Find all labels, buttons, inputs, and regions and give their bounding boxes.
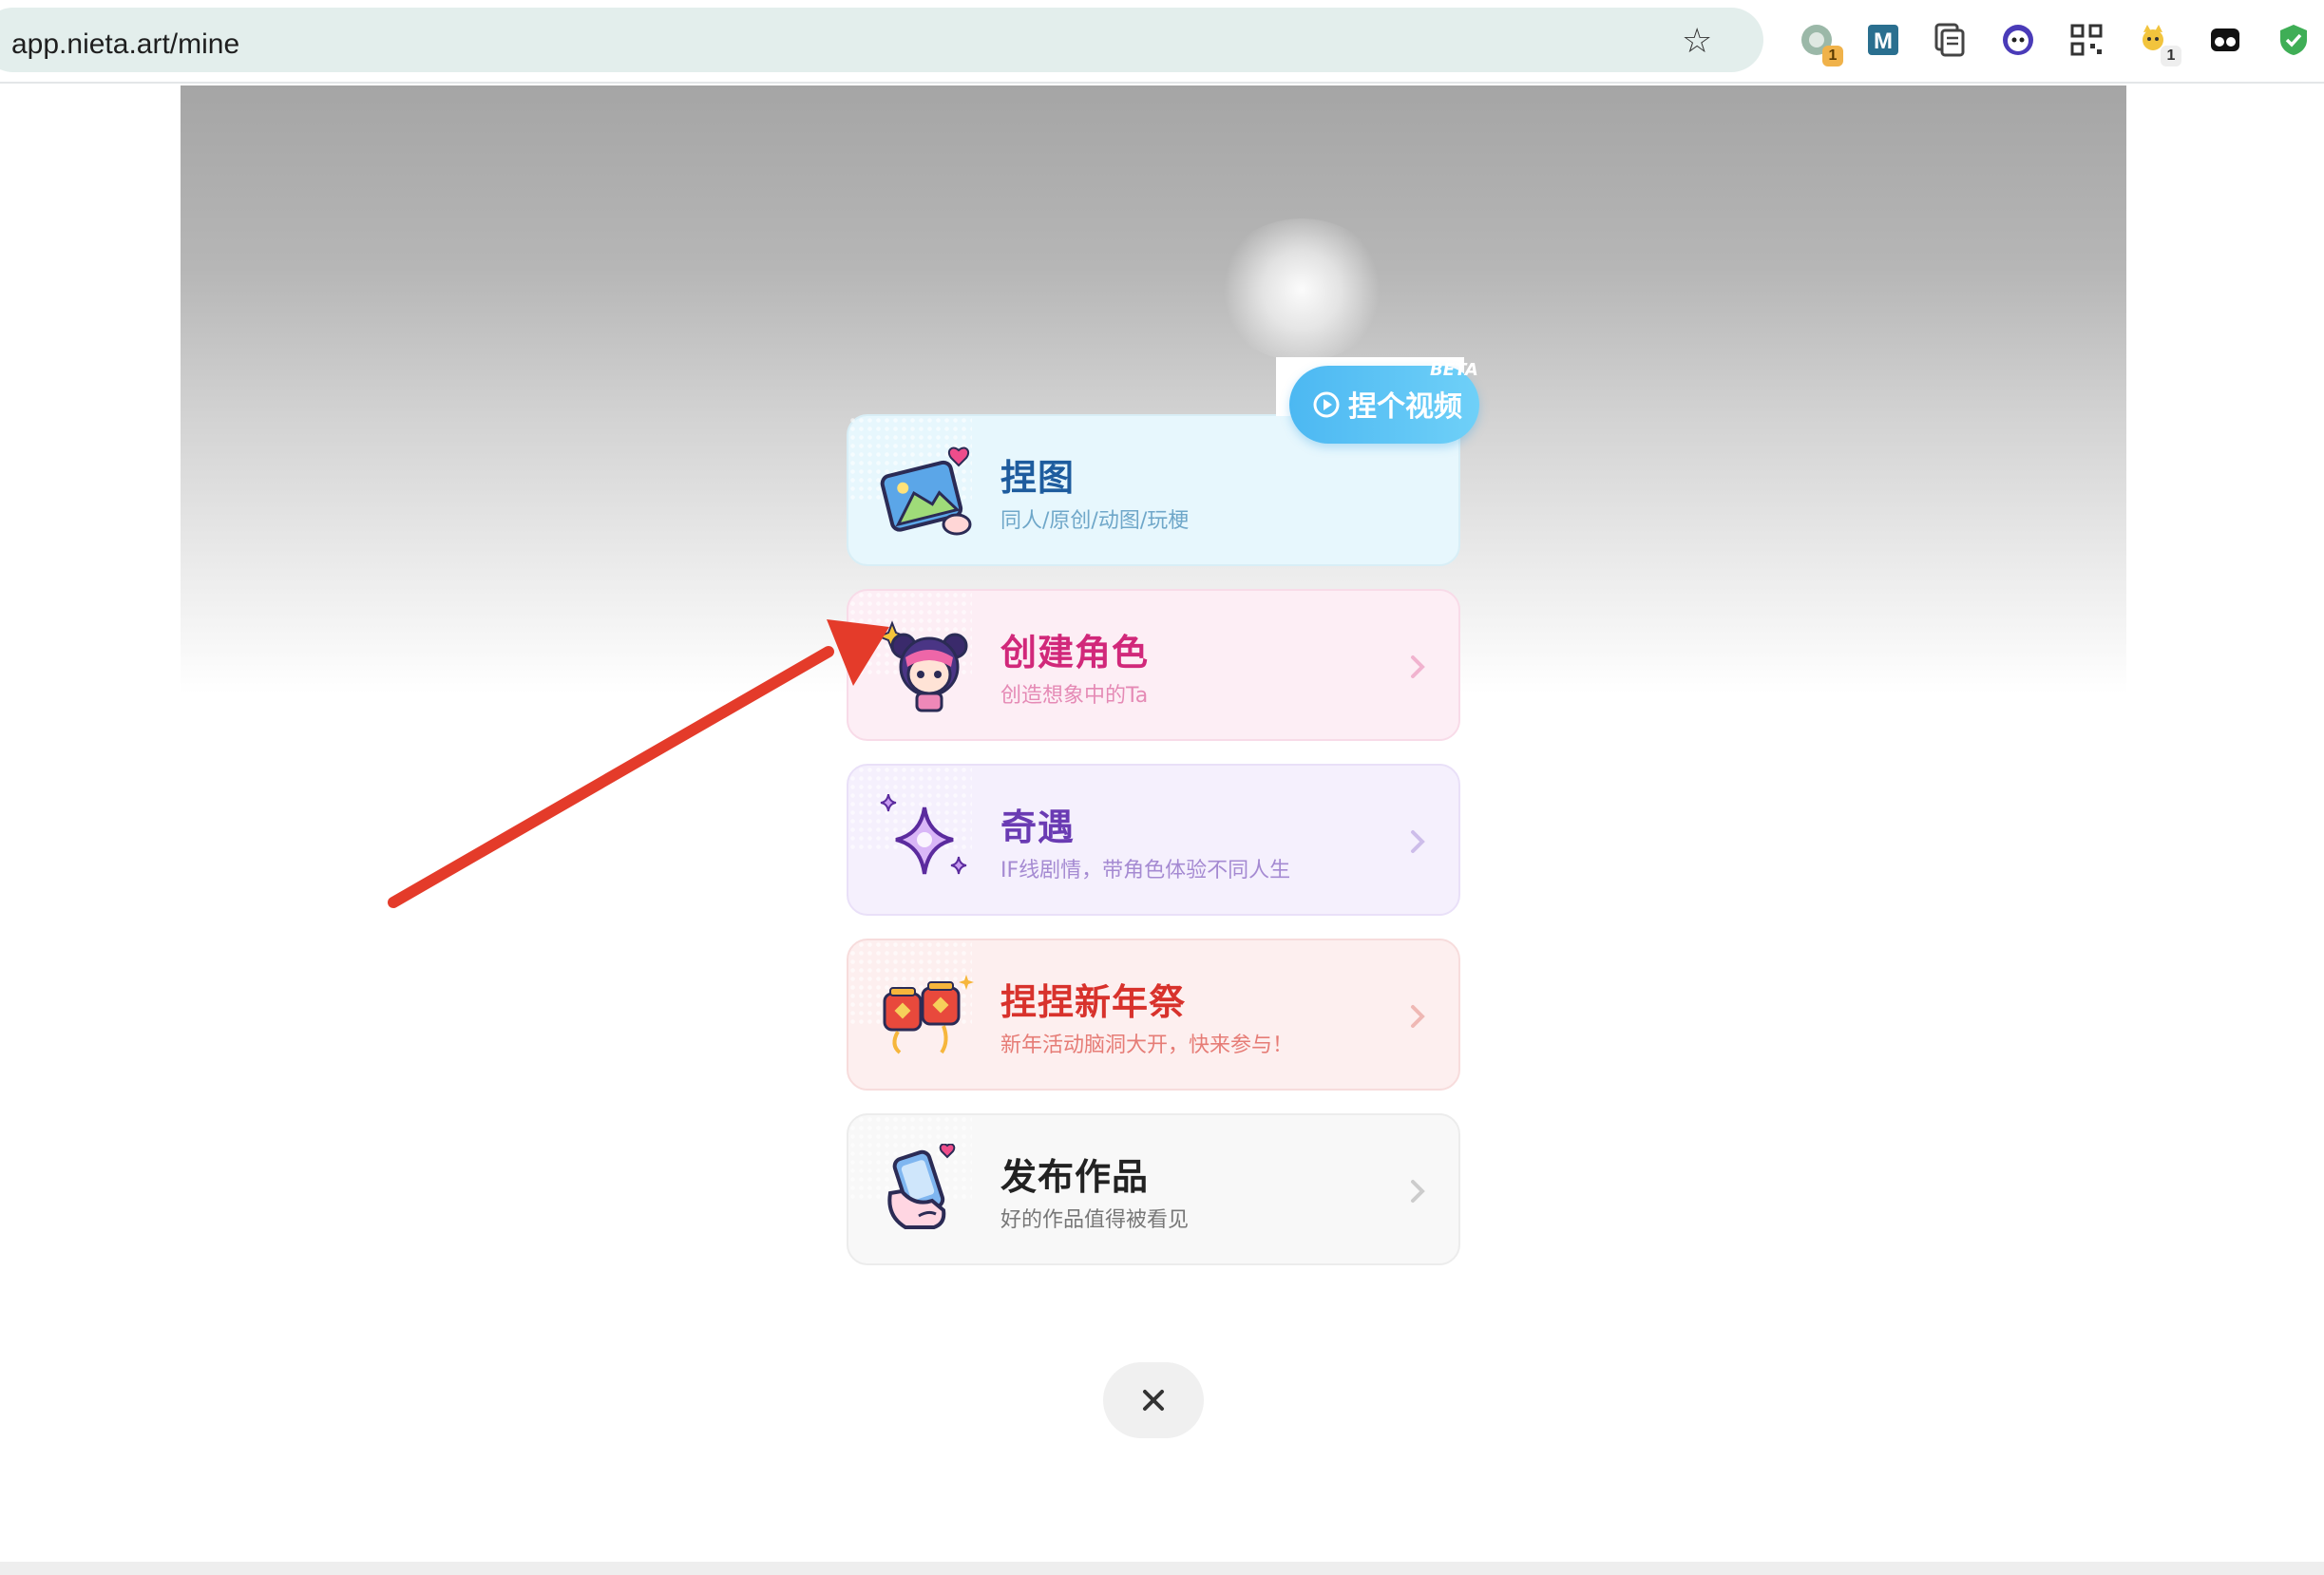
- close-menu-button[interactable]: [1103, 1362, 1204, 1438]
- picture-icon: [880, 446, 972, 536]
- lantern-icon: [883, 975, 974, 1054]
- menu-item-publish-work[interactable]: 发布作品 好的作品值得被看见: [847, 1113, 1460, 1265]
- menu-item-title: 创建角色: [1000, 632, 1150, 674]
- address-bar[interactable]: ⚙ app.nieta.art/mine ☆: [0, 8, 1763, 72]
- menu-item-subtitle: 同人/原创/动图/玩梗: [1000, 509, 1190, 533]
- create-video-label: 捏个视频: [1348, 390, 1462, 424]
- menu-item-title: 发布作品: [1000, 1156, 1150, 1198]
- menu-item-title: 捏捏新年祭: [1000, 981, 1187, 1023]
- bookmark-star-icon[interactable]: ☆: [1682, 25, 1712, 59]
- extension-badge: 1: [1822, 46, 1843, 66]
- menu-item-subtitle: IF线剧情，带角色体验不同人生: [1000, 859, 1291, 882]
- extension-qr-icon[interactable]: [2066, 19, 2107, 61]
- menu-item-new-year-festival[interactable]: 捏捏新年祭 新年活动脑洞大开，快来参与！: [847, 939, 1460, 1091]
- menu-item-title: 奇遇: [1000, 806, 1076, 848]
- page-bottom-strip: [0, 1562, 2324, 1575]
- sparkle-icon: [880, 794, 967, 875]
- menu-item-create-character[interactable]: 创建角色 创造想象中的Ta: [847, 589, 1460, 741]
- menu-item-subtitle: 好的作品值得被看见: [1000, 1208, 1190, 1232]
- extension-docs-icon[interactable]: [1929, 19, 1971, 61]
- svg-text:M: M: [1874, 28, 1893, 54]
- menu-item-adventure[interactable]: 奇遇 IF线剧情，带角色体验不同人生: [847, 764, 1460, 916]
- chevron-right-icon: [1411, 1005, 1425, 1028]
- extension-cat-icon[interactable]: 1: [2134, 19, 2181, 66]
- phone-in-hand-icon: [887, 1144, 956, 1229]
- extension-shield-icon[interactable]: [2273, 19, 2314, 61]
- menu-item-subtitle: 创造想象中的Ta: [1000, 684, 1149, 708]
- extension-face-icon[interactable]: [1997, 19, 2039, 61]
- beta-tag: BETA: [1430, 360, 1478, 380]
- extension-badge: 1: [2161, 46, 2181, 66]
- loading-glow: [1216, 218, 1387, 361]
- play-icon: [1313, 391, 1340, 418]
- menu-item-title: 捏图: [1000, 457, 1076, 499]
- character-avatar-icon: [877, 620, 968, 712]
- chevron-right-icon: [1411, 830, 1425, 853]
- extension-mask-icon[interactable]: [2204, 19, 2246, 61]
- browser-toolbar: ⚙ app.nieta.art/mine ☆ 1 M 1: [0, 0, 2324, 84]
- chevron-right-icon: [1411, 1180, 1425, 1203]
- chevron-right-icon: [1411, 655, 1425, 678]
- extension-m-icon[interactable]: M: [1862, 19, 1904, 61]
- extension-1-icon[interactable]: 1: [1796, 19, 1843, 66]
- create-video-button[interactable]: 捏个视频 BETA: [1289, 360, 1479, 444]
- url-text[interactable]: app.nieta.art/mine: [11, 28, 239, 61]
- close-icon: [1143, 1390, 1164, 1411]
- menu-item-subtitle: 新年活动脑洞大开，快来参与！: [1000, 1034, 1294, 1057]
